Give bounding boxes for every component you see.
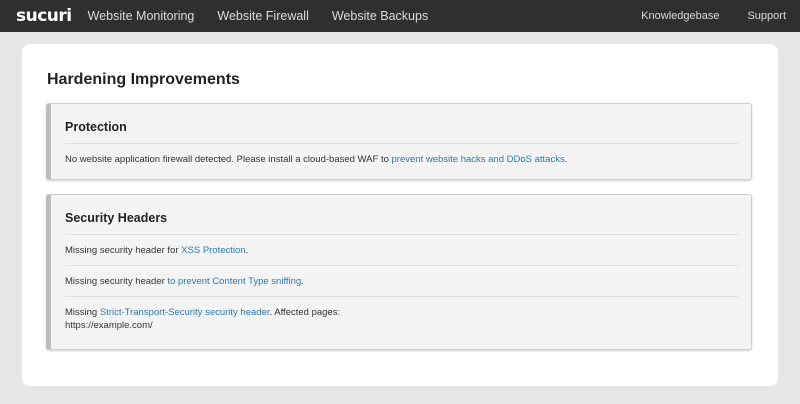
main-card: Hardening Improvements Protection No web…	[22, 44, 778, 386]
row-text: . Affected pages:	[269, 307, 341, 318]
row-text: .	[564, 154, 568, 165]
top-navbar: sucuri Website Monitoring Website Firewa…	[0, 0, 800, 32]
list-item: Missing Strict-Transport-Security securi…	[65, 297, 739, 340]
row-text: Missing security header for	[65, 245, 182, 256]
nav-website-backups[interactable]: Website Backups	[332, 9, 428, 23]
security-headers-panel: Security Headers Missing security header…	[46, 194, 752, 350]
logo-text: sucuri	[16, 6, 72, 26]
hsts-header-link[interactable]: Strict-Transport-Security security heade…	[100, 307, 270, 318]
sucuri-logo[interactable]: sucuri	[16, 0, 72, 32]
main-nav: Website Monitoring Website Firewall Webs…	[88, 9, 452, 23]
xss-protection-link[interactable]: XSS Protection	[181, 245, 245, 256]
nav-knowledgebase[interactable]: Knowledgebase	[641, 10, 719, 22]
nav-support[interactable]: Support	[747, 10, 786, 22]
secondary-nav: Knowledgebase Support	[613, 10, 786, 22]
row-text: .	[245, 245, 249, 256]
list-item: Missing security header to prevent Conte…	[65, 266, 739, 297]
list-item: Missing security header for XSS Protecti…	[65, 235, 739, 266]
nav-website-monitoring[interactable]: Website Monitoring	[88, 9, 195, 23]
nav-website-firewall[interactable]: Website Firewall	[217, 9, 308, 23]
row-text: Missing security header	[65, 276, 168, 287]
affected-page-url: https://example.com/	[65, 320, 153, 331]
panel-title-security-headers: Security Headers	[65, 195, 739, 235]
content-type-sniffing-link[interactable]: to prevent Content Type sniffing	[167, 276, 301, 287]
panel-title-protection: Protection	[65, 104, 739, 144]
protection-panel: Protection No website application firewa…	[46, 103, 752, 180]
row-text: .	[301, 276, 304, 287]
page-title: Hardening Improvements	[47, 71, 240, 88]
waf-link[interactable]: prevent website hacks and DDoS attacks	[392, 154, 565, 165]
row-text: Missing	[65, 307, 100, 318]
row-text: No website application firewall detected…	[65, 154, 392, 165]
list-item: No website application firewall detected…	[65, 144, 739, 174]
